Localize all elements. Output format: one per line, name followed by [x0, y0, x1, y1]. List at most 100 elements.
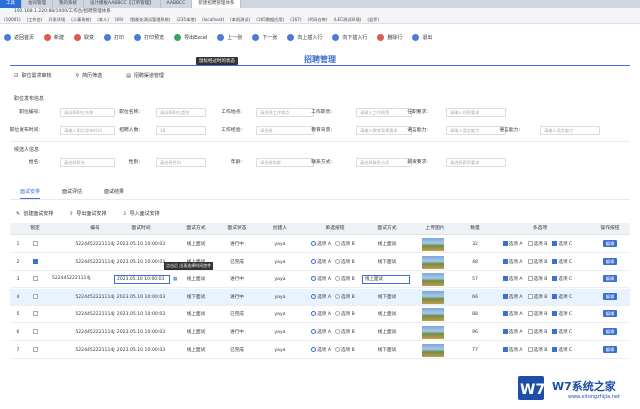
- lock-checkbox-cell[interactable]: [28, 289, 42, 306]
- form-input[interactable]: 请选择薪资要求: [446, 158, 506, 167]
- radio-button[interactable]: [334, 346, 340, 352]
- form-input[interactable]: 请选择职位类别: [156, 108, 206, 117]
- lock-checkbox[interactable]: [32, 241, 38, 246]
- radio-button[interactable]: [311, 276, 317, 282]
- option-checkbox[interactable]: [527, 329, 533, 334]
- radio-button[interactable]: [311, 346, 317, 352]
- bookmark-item[interactable]: (益罗): [367, 16, 379, 23]
- lock-checkbox-cell[interactable]: [28, 236, 42, 253]
- quantity-cell[interactable]: 66: [460, 289, 490, 306]
- bookmark-item[interactable]: (165数据应用): [256, 16, 284, 23]
- bookmark-item[interactable]: (235本地): [176, 16, 196, 23]
- bookmark-item[interactable]: (工作台): [27, 16, 43, 23]
- edit-button[interactable]: 编辑: [602, 292, 618, 300]
- uploaded-image[interactable]: [422, 290, 444, 304]
- option-checkbox[interactable]: [527, 293, 533, 299]
- option-checkbox[interactable]: [502, 258, 508, 264]
- option-checkbox[interactable]: [502, 329, 508, 334]
- quantity-cell[interactable]: 32: [460, 236, 490, 253]
- lock-checkbox[interactable]: [32, 258, 38, 264]
- bookmark-item[interactable]: (E9): [115, 16, 124, 23]
- form-input[interactable]: 18: [156, 126, 206, 135]
- option-checkbox[interactable]: [502, 346, 508, 352]
- lock-checkbox[interactable]: [32, 329, 38, 334]
- uploaded-image[interactable]: [422, 343, 444, 357]
- nav-resume-filter[interactable]: ⚲ 简历筛选: [76, 72, 103, 80]
- lock-checkbox-cell[interactable]: [28, 342, 42, 359]
- bookmark-item[interactable]: 开发环境: [48, 16, 65, 23]
- browser-tab[interactable]: 我的系统: [53, 0, 84, 8]
- nav-job-review[interactable]: ☑ 职位需求审核: [14, 72, 52, 80]
- uploaded-image[interactable]: [422, 238, 444, 251]
- lock-checkbox[interactable]: [32, 293, 38, 299]
- radio-button[interactable]: [311, 329, 317, 334]
- toolbar-button[interactable]: 新建: [44, 33, 64, 41]
- quantity-cell[interactable]: 96: [460, 324, 490, 341]
- tab-arrangement[interactable]: 面试安排: [20, 188, 41, 199]
- toolbar-button[interactable]: 取变: [74, 33, 94, 41]
- option-checkbox[interactable]: [502, 311, 508, 317]
- code-edit-input[interactable]: 5224452221114J: [50, 275, 104, 284]
- form-input[interactable]: 请输入任职要求: [446, 108, 506, 117]
- import-arrangement-button[interactable]: ⇩ 导入面试安排: [122, 210, 159, 218]
- uploaded-image[interactable]: [422, 326, 444, 339]
- toolbar-button[interactable]: 向上插入行: [287, 33, 322, 41]
- toolbar-button[interactable]: 退出: [412, 33, 432, 41]
- mode-edit-input[interactable]: 线上面试: [362, 275, 410, 285]
- toolbar-button[interactable]: 向下插入行: [332, 33, 367, 41]
- radio-button[interactable]: [334, 329, 340, 334]
- form-input[interactable]: 请选择性别: [156, 158, 206, 167]
- edit-button[interactable]: 编辑: [602, 257, 618, 265]
- option-checkbox[interactable]: [552, 293, 558, 299]
- option-checkbox[interactable]: [527, 276, 533, 282]
- edit-button[interactable]: 编辑: [602, 240, 618, 247]
- form-input[interactable]: 请输入语言能力: [540, 126, 600, 135]
- export-arrangement-button[interactable]: ⇪ 导出面试安排: [69, 210, 106, 218]
- toolbar-button[interactable]: 导出Excel: [174, 33, 207, 41]
- bookmark-item[interactable]: (人事系统): [71, 16, 91, 23]
- radio-button[interactable]: [311, 311, 317, 317]
- toolbar-button[interactable]: 返回首页: [4, 33, 34, 41]
- bookmark-item[interactable]: (167): [290, 16, 301, 23]
- uploaded-image[interactable]: [422, 273, 444, 287]
- bookmark-item[interactable]: (localhost): [202, 16, 224, 23]
- browser-tab[interactable]: AABBCC: [161, 0, 193, 8]
- tab-result[interactable]: 面试结果: [104, 188, 124, 199]
- browser-tab[interactable]: 会同管理: [22, 0, 53, 8]
- lock-checkbox-cell[interactable]: [28, 271, 42, 288]
- browser-tab[interactable]: 工具: [0, 0, 22, 8]
- time-edit-input[interactable]: 2023.05.10 10:00:03: [114, 275, 170, 285]
- option-checkbox[interactable]: [552, 329, 558, 334]
- radio-button[interactable]: [334, 241, 340, 246]
- bookmark-item[interactable]: (本机测试): [230, 16, 250, 23]
- radio-button[interactable]: [311, 258, 317, 264]
- address-bar[interactable]: 192.168.1.220:88/1000/工作台/招聘管理体系: [0, 8, 640, 16]
- quantity-cell[interactable]: 57: [460, 271, 490, 288]
- browser-tab[interactable]: 新建招聘管理体系: [192, 0, 242, 8]
- bookmark-item[interactable]: (代码仓库): [307, 16, 327, 23]
- quantity-cell[interactable]: 48: [460, 254, 490, 271]
- bookmark-item[interactable]: (本人): [97, 16, 109, 23]
- edit-button[interactable]: 编辑: [602, 310, 618, 318]
- edit-button[interactable]: 编辑: [602, 275, 618, 283]
- lock-checkbox-cell[interactable]: [28, 306, 42, 323]
- edit-button[interactable]: 编辑: [602, 328, 618, 335]
- option-checkbox[interactable]: [552, 241, 558, 246]
- option-checkbox[interactable]: [527, 258, 533, 264]
- bookmark-item[interactable]: (10001): [4, 16, 21, 23]
- toolbar-button[interactable]: 打印: [104, 33, 124, 41]
- tab-evaluation[interactable]: 面试评估: [62, 188, 82, 199]
- option-checkbox[interactable]: [552, 258, 558, 264]
- option-checkbox[interactable]: [527, 241, 533, 246]
- lock-checkbox-cell[interactable]: [28, 324, 42, 341]
- lock-checkbox[interactable]: [32, 311, 38, 317]
- radio-button[interactable]: [334, 258, 340, 264]
- option-checkbox[interactable]: [552, 276, 558, 282]
- create-arrangement-button[interactable]: ✎ 创建面试安排: [16, 210, 53, 218]
- toolbar-button[interactable]: 下一张: [252, 33, 277, 41]
- option-checkbox[interactable]: [502, 276, 508, 282]
- toolbar-button[interactable]: 上一张: [217, 33, 242, 41]
- quantity-cell[interactable]: 88: [460, 306, 490, 323]
- radio-button[interactable]: [334, 276, 340, 282]
- lock-checkbox[interactable]: [32, 346, 38, 352]
